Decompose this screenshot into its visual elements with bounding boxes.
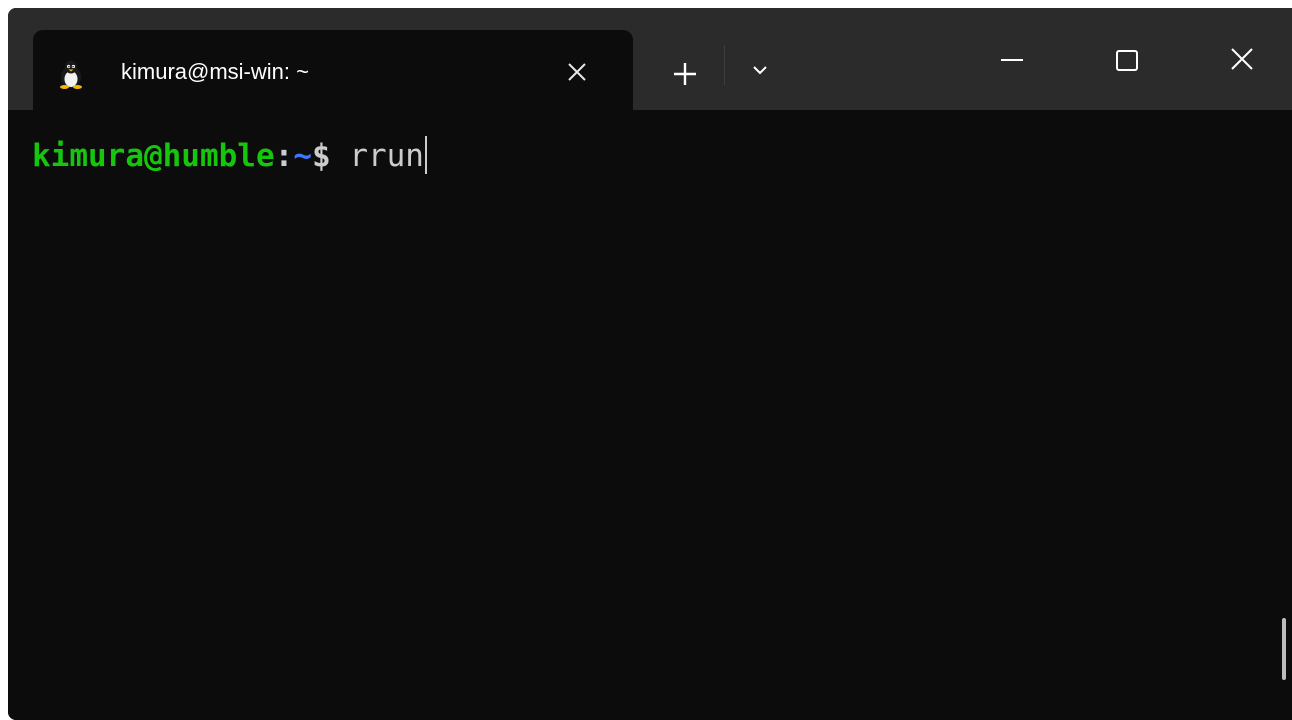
minimize-icon[interactable] [988, 40, 1036, 80]
close-icon[interactable] [1218, 40, 1266, 80]
tab-title: kimura@msi-win: ~ [121, 59, 309, 84]
chevron-down-icon[interactable] [744, 54, 776, 86]
title-bar[interactable]: kimura@msi-win: ~ [8, 8, 1292, 110]
prompt-path: ~ [293, 138, 312, 174]
close-icon[interactable] [561, 56, 593, 88]
text-cursor [424, 136, 427, 174]
terminal-window: kimura@msi-win: ~ kimura@humble:~$ rrun [8, 8, 1292, 720]
prompt-user: kimura@humble [32, 138, 275, 174]
tab-terminal[interactable]: kimura@msi-win: ~ [33, 30, 633, 110]
terminal-output[interactable]: kimura@humble:~$ rrun [8, 110, 1292, 720]
maximize-icon[interactable] [1103, 40, 1151, 80]
scrollbar-thumb[interactable] [1282, 618, 1286, 680]
prompt-colon: : [274, 138, 294, 174]
plus-icon[interactable] [663, 52, 707, 96]
linux-penguin-icon [60, 60, 82, 89]
command-input[interactable]: rrun [331, 138, 424, 174]
prompt-symbol: $ [311, 138, 331, 174]
prompt-line: kimura@humble:~$ rrun [32, 136, 427, 176]
titlebar-divider [724, 45, 725, 85]
